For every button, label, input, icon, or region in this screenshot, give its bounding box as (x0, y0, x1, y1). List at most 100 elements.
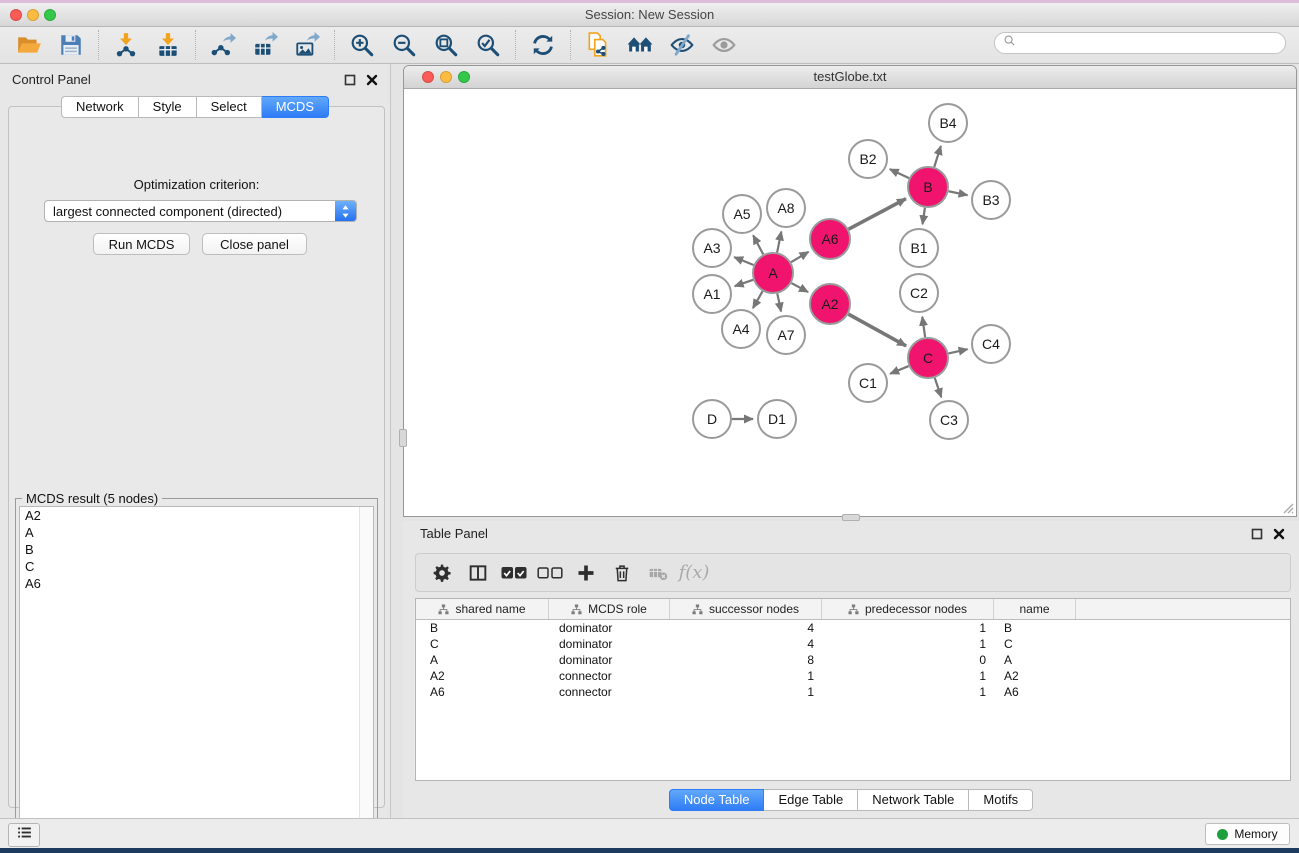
table-row[interactable]: A6connector11A6 (416, 684, 1290, 700)
tab-edge-table[interactable]: Edge Table (764, 789, 858, 811)
edge-A-A1[interactable] (735, 280, 753, 286)
result-list-item[interactable]: A (20, 524, 373, 541)
edge-B-B3[interactable] (949, 191, 968, 195)
export-network-icon[interactable] (202, 28, 244, 62)
zoom-selected-icon[interactable] (467, 28, 509, 62)
table-row[interactable]: Cdominator41C (416, 636, 1290, 652)
graph-node-B1[interactable]: B1 (900, 229, 938, 267)
edge-A-A2[interactable] (791, 283, 808, 292)
graph-node-A7[interactable]: A7 (767, 316, 805, 354)
graph-node-B4[interactable]: B4 (929, 104, 967, 142)
column-header-name[interactable]: name (994, 599, 1076, 619)
gear-icon[interactable] (426, 558, 458, 588)
graph-node-A2[interactable]: A2 (810, 284, 850, 324)
graph-node-A3[interactable]: A3 (693, 229, 731, 267)
split-divider-handle[interactable] (399, 429, 407, 447)
tab-select[interactable]: Select (197, 96, 262, 118)
graph-node-B[interactable]: B (908, 167, 948, 207)
select-all-icon[interactable] (498, 558, 530, 588)
graph-node-A4[interactable]: A4 (722, 310, 760, 348)
float-panel-icon[interactable] (1250, 527, 1263, 540)
edge-A-A4[interactable] (753, 291, 763, 308)
tab-network[interactable]: Network (61, 96, 139, 118)
edge-C-C4[interactable] (948, 349, 967, 353)
graph-node-A8[interactable]: A8 (767, 189, 805, 227)
network-window-titlebar[interactable]: testGlobe.txt (404, 66, 1296, 89)
graph-node-A1[interactable]: A1 (693, 275, 731, 313)
column-header-successor-nodes[interactable]: successor nodes (670, 599, 822, 619)
save-icon[interactable] (50, 28, 92, 62)
edge-B-B1[interactable] (923, 208, 925, 224)
graph-node-C4[interactable]: C4 (972, 325, 1010, 363)
delete-icon[interactable] (606, 558, 638, 588)
graph-node-D[interactable]: D (693, 400, 731, 438)
close-panel-icon[interactable] (1272, 527, 1285, 540)
refresh-icon[interactable] (522, 28, 564, 62)
deselect-all-icon[interactable] (534, 558, 566, 588)
edge-A2-C[interactable] (848, 314, 906, 346)
graph-node-C3[interactable]: C3 (930, 401, 968, 439)
result-list-scrollbar[interactable] (359, 507, 373, 839)
network-graph[interactable]: AA1A2A3A4A5A6A7A8BB1B2B3B4CC1C2C3C4DD1 (404, 89, 1296, 516)
zoom-out-icon[interactable] (383, 28, 425, 62)
edge-B-B2[interactable] (890, 169, 909, 178)
float-panel-icon[interactable] (343, 73, 356, 86)
graph-node-C1[interactable]: C1 (849, 364, 887, 402)
edge-B-B4[interactable] (934, 146, 941, 167)
optimization-criterion-select[interactable]: largest connected component (directed) (44, 200, 357, 222)
memory-button[interactable]: Memory (1205, 823, 1290, 845)
result-list-item[interactable]: B (20, 541, 373, 558)
mcds-result-list[interactable]: A2ABCA6 (19, 506, 374, 840)
export-image-icon[interactable] (286, 28, 328, 62)
edge-A-A8[interactable] (777, 232, 781, 253)
result-list-item[interactable]: A6 (20, 575, 373, 592)
graph-node-D1[interactable]: D1 (758, 400, 796, 438)
hide-panel-toggle-icon[interactable] (661, 28, 703, 62)
import-table-icon[interactable] (147, 28, 189, 62)
import-network-icon[interactable] (105, 28, 147, 62)
graph-node-C2[interactable]: C2 (900, 274, 938, 312)
graph-node-B2[interactable]: B2 (849, 140, 887, 178)
tab-node-table[interactable]: Node Table (669, 789, 765, 811)
result-list-item[interactable]: C (20, 558, 373, 575)
task-history-button[interactable] (8, 823, 40, 847)
add-icon[interactable] (570, 558, 602, 588)
home-icon[interactable] (619, 28, 661, 62)
tab-mcds[interactable]: MCDS (262, 96, 329, 118)
columns-icon[interactable] (462, 558, 494, 588)
graph-node-A6[interactable]: A6 (810, 219, 850, 259)
edge-C-C2[interactable] (922, 317, 925, 337)
table-row[interactable]: Adominator80A (416, 652, 1290, 668)
edge-A-A7[interactable] (777, 294, 781, 312)
graph-node-A[interactable]: A (753, 253, 793, 293)
edge-A6-B[interactable] (849, 199, 906, 229)
graph-node-C[interactable]: C (908, 338, 948, 378)
close-panel-button[interactable]: Close panel (202, 233, 307, 255)
export-table-icon[interactable] (244, 28, 286, 62)
edge-C-C3[interactable] (935, 378, 942, 397)
split-divider-handle[interactable] (842, 514, 860, 521)
zoom-in-icon[interactable] (341, 28, 383, 62)
open-folder-icon[interactable] (8, 28, 50, 62)
zoom-fit-icon[interactable] (425, 28, 467, 62)
result-list-item[interactable]: A2 (20, 507, 373, 524)
clone-network-icon[interactable] (577, 28, 619, 62)
edge-C-C1[interactable] (890, 366, 908, 374)
tab-network-table[interactable]: Network Table (858, 789, 969, 811)
search-input[interactable] (1022, 35, 1277, 51)
tab-motifs[interactable]: Motifs (969, 789, 1033, 811)
edge-A-A6[interactable] (791, 252, 808, 262)
graph-node-A5[interactable]: A5 (723, 195, 761, 233)
table-row[interactable]: Bdominator41B (416, 620, 1290, 636)
column-header-predecessor-nodes[interactable]: predecessor nodes (822, 599, 994, 619)
edge-A-A5[interactable] (753, 235, 763, 254)
network-canvas[interactable]: AA1A2A3A4A5A6A7A8BB1B2B3B4CC1C2C3C4DD1 (404, 89, 1296, 516)
close-panel-icon[interactable] (365, 73, 378, 86)
table-row[interactable]: A2connector11A2 (416, 668, 1290, 684)
column-header-shared-name[interactable]: shared name (416, 599, 549, 619)
resize-grip-icon[interactable] (1280, 500, 1294, 514)
column-header-MCDS-role[interactable]: MCDS role (549, 599, 670, 619)
tab-style[interactable]: Style (139, 96, 197, 118)
run-mcds-button[interactable]: Run MCDS (93, 233, 190, 255)
search-box[interactable] (994, 32, 1286, 54)
